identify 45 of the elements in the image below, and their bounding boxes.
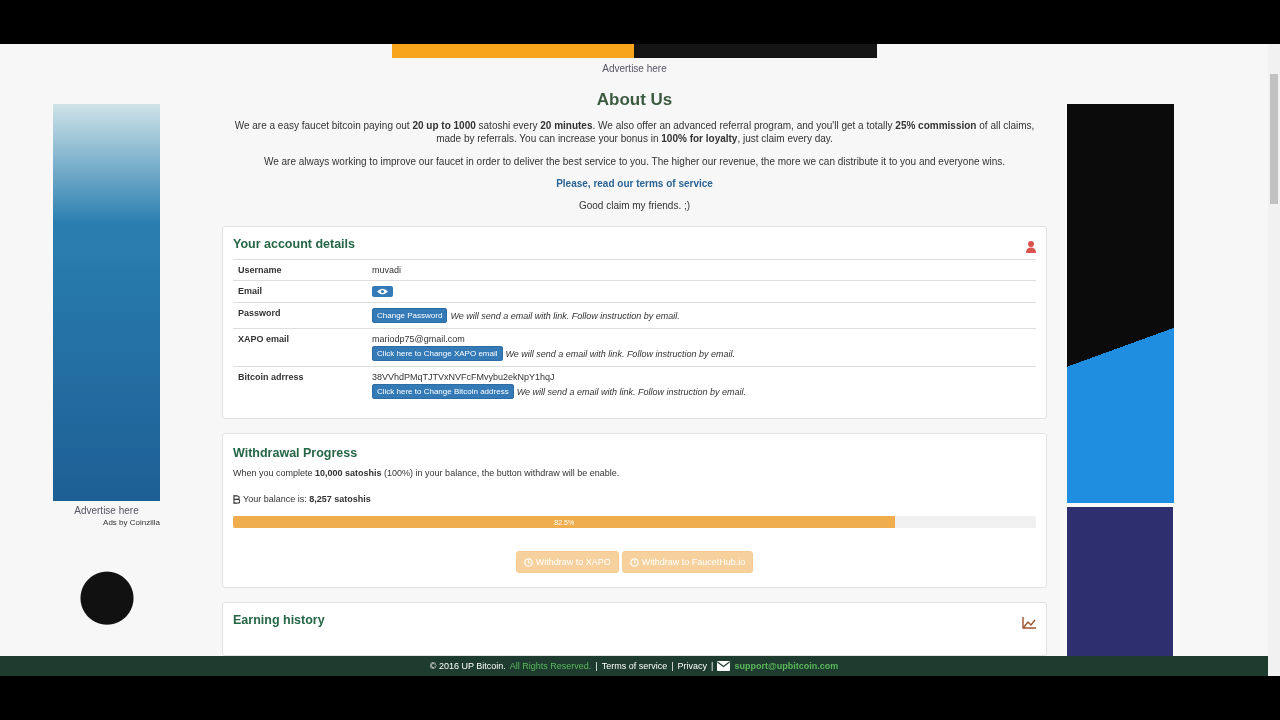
advertise-link[interactable]: Advertise here bbox=[74, 504, 139, 516]
about-heading: About Us bbox=[596, 90, 673, 110]
footer-text: | bbox=[595, 661, 598, 671]
withdraw-info-text: When you complete 10,000 satoshis (100%) in your balance, the button withdraw will be enable. bbox=[233, 468, 621, 478]
field-label: Password bbox=[238, 308, 282, 320]
field-label: XAPO email bbox=[238, 334, 291, 346]
ads-by-text: Ads by Coinzilla bbox=[103, 517, 160, 527]
note-text: We will send a email with link. Follow instruction by email. bbox=[450, 310, 680, 321]
about-paragraph: We are a easy faucet bitcoin paying out 20 up to 1000 satoshi every 20 minutes. We also offer an advanced referral program, and you'll get a totally 25% commission of all claims, made by referrals. You can increase your bonus in 100% for loyalty, just claim every day. bbox=[233, 119, 1036, 145]
terms-link[interactable]: Please, read our terms of service bbox=[556, 178, 713, 189]
field-value: mariodp75@gmail.com bbox=[372, 334, 466, 344]
footer-link[interactable]: Privacy bbox=[677, 661, 708, 671]
show-email-button[interactable] bbox=[372, 286, 393, 297]
footer-text: All Rights Reserved. bbox=[509, 661, 592, 671]
line-chart-icon bbox=[1022, 617, 1036, 629]
note-text: We will send a email with link. Follow instruction by email. bbox=[505, 348, 735, 359]
change-button[interactable]: Click here to Change XAPO email bbox=[372, 346, 503, 361]
balance-text: Your balance is: 8,257 satoshis bbox=[243, 494, 371, 504]
bitcoin-icon bbox=[233, 494, 240, 504]
panel-heading: Your account details bbox=[233, 237, 355, 251]
field-label: Username bbox=[238, 265, 283, 275]
clock-icon bbox=[629, 557, 639, 567]
field-label: Bitcoin adrress bbox=[238, 372, 305, 384]
about-paragraph: We are always working to improve our faucet in order to deliver the best service to you. The higher our revenue, the more we can distribute it to you and everyone wins. bbox=[262, 155, 1007, 168]
footer-text: | bbox=[671, 661, 674, 671]
clock-icon bbox=[523, 557, 533, 567]
closing-text: Good claim my friends. ;) bbox=[577, 199, 692, 212]
footer-text: © 2016 UP Bitcoin. bbox=[429, 661, 506, 671]
advertise-link[interactable]: Advertise here bbox=[602, 63, 667, 74]
field-value: 38VVhdPMqTJTVxNVFcFMvybu2ekNpY1hqJ bbox=[372, 372, 556, 382]
panel-heading: Withdrawal Progress bbox=[233, 446, 359, 460]
envelope-icon bbox=[717, 661, 731, 671]
field-value: muvadi bbox=[372, 265, 401, 275]
panel-heading: Earning history bbox=[233, 613, 325, 627]
scrollbar[interactable] bbox=[1268, 44, 1280, 676]
banner-ad[interactable] bbox=[392, 44, 877, 58]
change-button[interactable]: Click here to Change Bitcoin address bbox=[372, 384, 514, 399]
user-icon bbox=[1026, 241, 1036, 253]
footer-text: | bbox=[711, 661, 714, 671]
change-button[interactable]: Change Password bbox=[372, 308, 448, 323]
note-text: We will send a email with link. Follow instruction by email. bbox=[516, 386, 747, 397]
eye-icon bbox=[377, 288, 388, 295]
field-label: Email bbox=[238, 286, 263, 297]
footer-link[interactable]: Terms of service bbox=[601, 661, 668, 671]
email-link[interactable]: support@upbitcoin.com bbox=[734, 661, 839, 671]
